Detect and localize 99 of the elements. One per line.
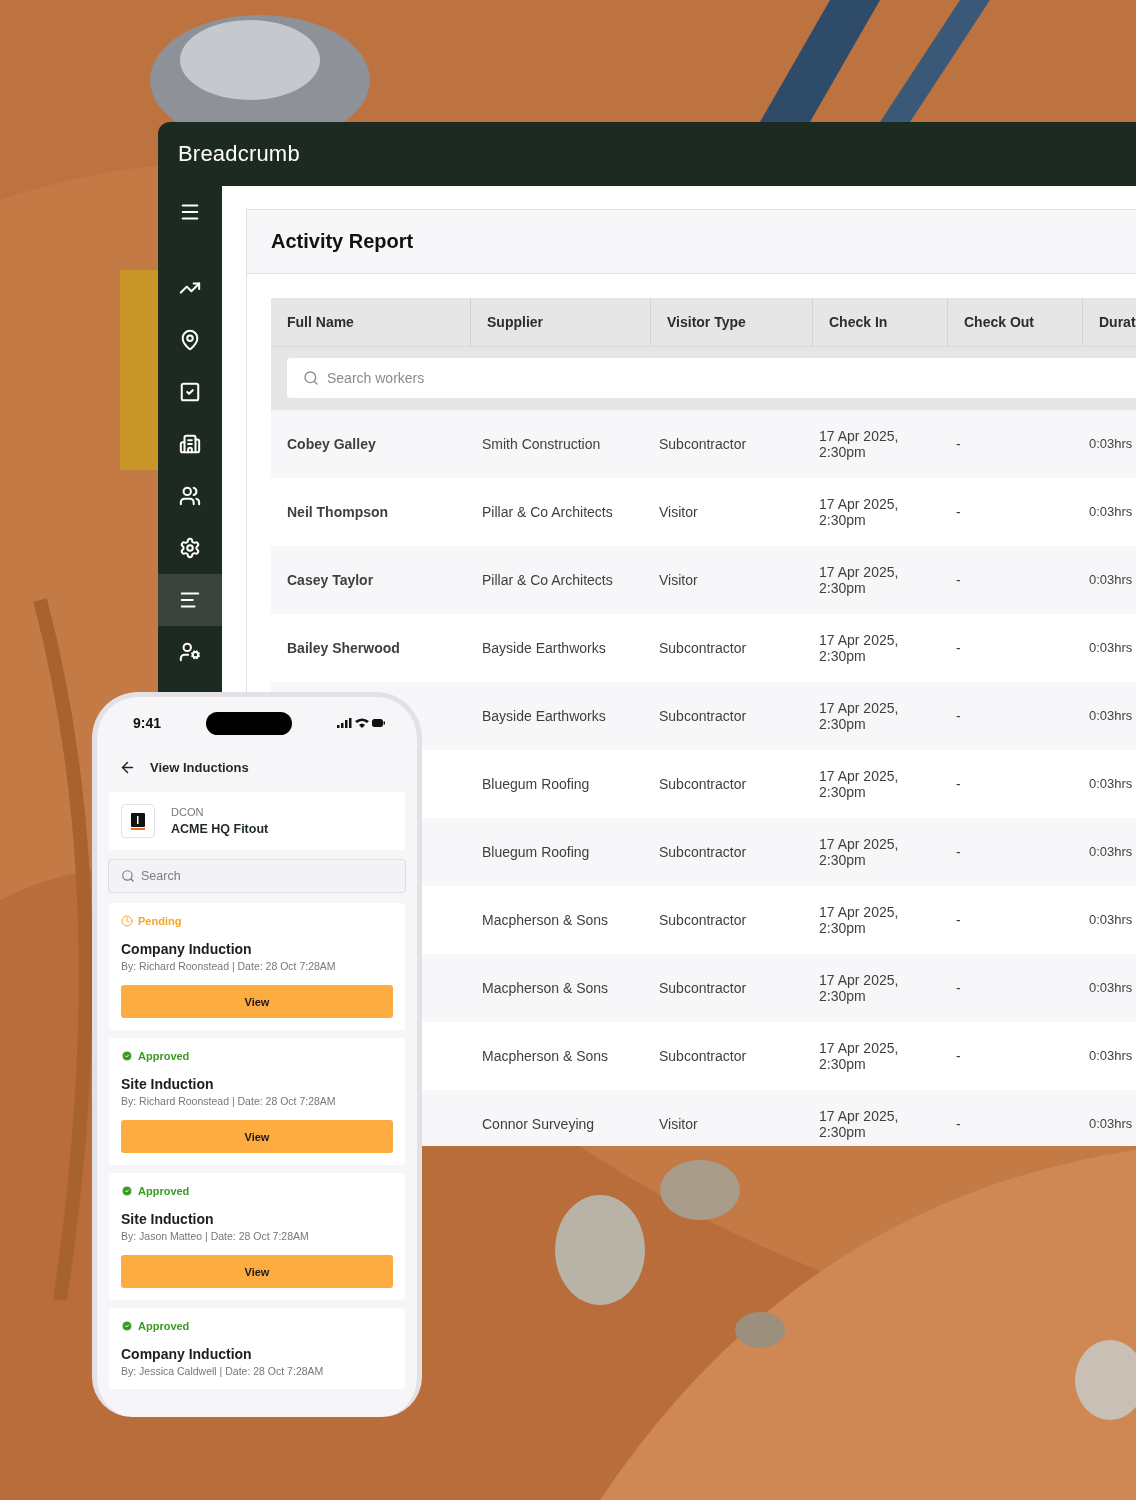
status-label: Approved <box>121 1050 393 1062</box>
table-cell: Pillar & Co Architects <box>482 572 613 588</box>
table-cell: - <box>956 1116 961 1132</box>
table-cell: 0:03hrs <box>1089 776 1133 792</box>
table-cell: 0:03hrs <box>1089 1048 1133 1064</box>
back-icon[interactable] <box>119 759 136 776</box>
table-cell: Bluegum Roofing <box>482 776 590 792</box>
table-cell-text: 17 Apr 2025, 2:30pm <box>819 496 900 528</box>
table-cell: - <box>956 504 961 520</box>
induction-title: Company Induction <box>121 1346 253 1362</box>
table-cell: Bluegum Roofing <box>482 844 590 860</box>
table-cell: 0:03hrs <box>1089 436 1133 452</box>
status-label: Approved <box>121 1185 393 1197</box>
check-circle-icon <box>121 1185 133 1197</box>
table-cell-text: 17 Apr 2025, 2:30pm <box>819 1040 900 1072</box>
table-cell: Bailey Sherwood <box>287 640 400 656</box>
table-cell: Subcontractor <box>659 1048 747 1064</box>
search-field[interactable]: Search workers <box>287 358 1136 398</box>
table-cell: Visitor <box>659 1116 698 1132</box>
company-name: DCON <box>171 806 205 818</box>
table-cell: - <box>956 844 961 860</box>
table-cell: Casey Taylor <box>287 572 374 588</box>
table-cell: 0:03hrs <box>1089 708 1133 724</box>
induction-byline: By: Jason Matteo | Date: 28 Oct 7:28AM <box>121 1230 310 1242</box>
project-name: ACME HQ Fitout <box>171 822 269 836</box>
users-icon <box>179 485 201 507</box>
app-logo: Breadcrumb <box>178 141 300 167</box>
search-icon <box>303 370 319 386</box>
table-cell-text: 17 Apr 2025, 2:30pm <box>819 972 900 1004</box>
table-cell: - <box>956 912 961 928</box>
column-header[interactable]: Durat <box>1083 298 1136 346</box>
table-cell: Subcontractor <box>659 980 747 996</box>
table-cell: Visitor <box>659 572 698 588</box>
induction-byline: By: Jessica Caldwell | Date: 28 Oct 7:28AM <box>121 1365 325 1377</box>
settings-icon <box>179 537 201 559</box>
table-cell: Subcontractor <box>659 640 747 656</box>
table-cell: - <box>956 572 961 588</box>
check-circle-icon <box>121 1320 133 1332</box>
table-cell: - <box>956 708 961 724</box>
table-cell: - <box>956 640 961 656</box>
table-cell: 0:03hrs <box>1089 1116 1133 1132</box>
table-cell-text: 17 Apr 2025, 2:30pm <box>819 904 900 936</box>
status-icons <box>337 717 385 729</box>
table-cell: Bayside Earthworks <box>482 640 606 656</box>
check-circle-icon <box>121 1050 133 1062</box>
page-title: Activity Report <box>271 230 414 253</box>
table-cell: 0:03hrs <box>1089 912 1133 928</box>
table-cell: Macpherson & Sons <box>482 1048 609 1064</box>
building-icon <box>179 433 201 455</box>
table-cell: Subcontractor <box>659 844 747 860</box>
table-cell: 0:03hrs <box>1089 572 1133 588</box>
search-icon <box>121 869 135 883</box>
table-cell: Subcontractor <box>659 912 747 928</box>
table-cell-text: 17 Apr 2025, 2:30pm <box>819 428 900 460</box>
project-card[interactable]: DCON ACME HQ Fitout <box>109 792 405 850</box>
table-cell-text: 17 Apr 2025, 2:30pm <box>819 700 900 732</box>
table-cell: - <box>956 1048 961 1064</box>
user-gear-icon <box>179 641 201 663</box>
table-cell: - <box>956 980 961 996</box>
table-cell: Subcontractor <box>659 436 747 452</box>
table-cell: Bayside Earthworks <box>482 708 606 724</box>
clock-icon <box>121 915 133 927</box>
induction-title: Company Induction <box>121 941 253 957</box>
view-button[interactable]: View <box>121 1120 393 1153</box>
table-cell-text: 17 Apr 2025, 2:30pm <box>819 836 900 868</box>
table-cell-text: 17 Apr 2025, 2:30pm <box>819 564 900 596</box>
checkbox-icon <box>179 381 201 403</box>
table-cell: Visitor <box>659 504 698 520</box>
table-cell: Cobey Galley <box>287 436 376 452</box>
induction-byline: By: Richard Roonstead | Date: 28 Oct 7:28AM <box>121 960 337 972</box>
search-field[interactable]: Search <box>108 859 406 893</box>
table-cell: Macpherson & Sons <box>482 980 609 996</box>
table-cell-text: 17 Apr 2025, 2:30pm <box>819 632 900 664</box>
induction-title: Site Induction <box>121 1076 215 1092</box>
table-cell: 0:03hrs <box>1089 504 1133 520</box>
view-button[interactable]: View <box>121 1255 393 1288</box>
table-cell: 0:03hrs <box>1089 844 1133 860</box>
screen-title: View Inductions <box>150 760 249 775</box>
table-cell: 0:03hrs <box>1089 980 1133 996</box>
table-cell: Smith Construction <box>482 436 601 452</box>
project-logo <box>131 812 145 830</box>
map-pin-icon <box>179 329 201 351</box>
table-cell-text: 17 Apr 2025, 2:30pm <box>819 768 900 800</box>
table-cell: Neil Thompson <box>287 504 389 520</box>
table-cell: Connor Surveying <box>482 1116 595 1132</box>
table-cell: - <box>956 776 961 792</box>
table-cell: Macpherson & Sons <box>482 912 609 928</box>
status-time: 9:41 <box>133 715 162 731</box>
status-label: Approved <box>121 1320 393 1332</box>
table-cell: - <box>956 436 961 452</box>
view-button[interactable]: View <box>121 985 393 1018</box>
table-cell: Pillar & Co Architects <box>482 504 613 520</box>
table-cell: Subcontractor <box>659 776 747 792</box>
table-cell-text: 17 Apr 2025, 2:30pm <box>819 1108 900 1140</box>
table-cell: 0:03hrs <box>1089 640 1133 656</box>
status-label: Pending <box>121 915 393 927</box>
table-cell: Subcontractor <box>659 708 747 724</box>
induction-title: Site Induction <box>121 1211 215 1227</box>
induction-byline: By: Richard Roonstead | Date: 28 Oct 7:28AM <box>121 1095 337 1107</box>
